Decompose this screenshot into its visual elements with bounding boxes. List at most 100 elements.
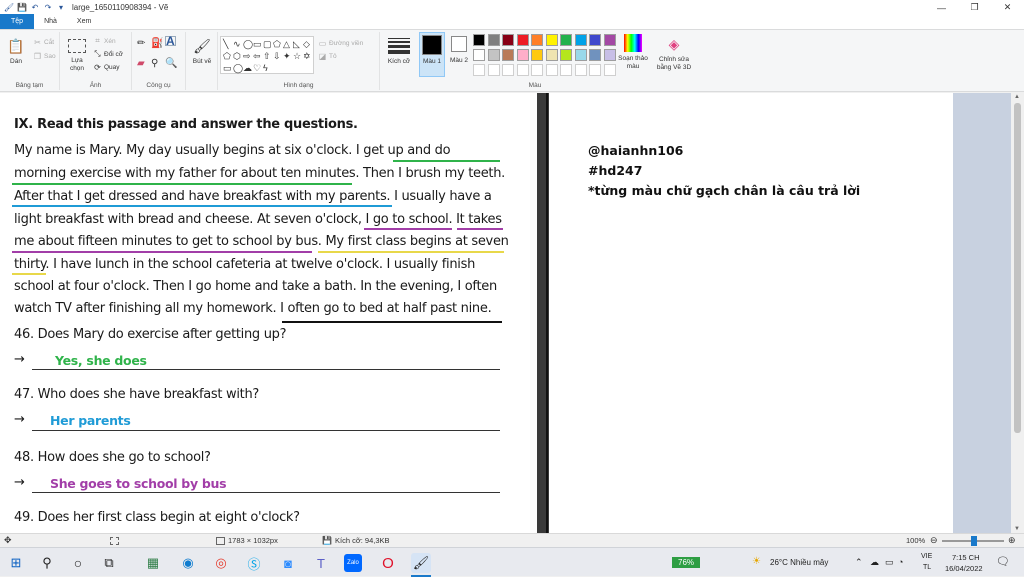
- color-picker-icon[interactable]: ⚲: [151, 58, 158, 69]
- opera-icon[interactable]: O: [378, 553, 398, 573]
- outline-button[interactable]: ▭ Đường viền: [318, 38, 364, 48]
- callout-rect-shape-icon[interactable]: ▭: [223, 62, 233, 74]
- heart-shape-icon[interactable]: ♡: [253, 62, 263, 74]
- palette-swatch[interactable]: [574, 49, 587, 61]
- custom-color-slot[interactable]: [487, 64, 500, 76]
- palette-swatch[interactable]: [545, 34, 558, 46]
- custom-color-slot[interactable]: [545, 64, 558, 76]
- rectangle-shape-icon[interactable]: ▭: [253, 38, 263, 50]
- text-tool-icon[interactable]: A: [165, 34, 176, 48]
- color1-button[interactable]: Màu 1: [419, 32, 445, 77]
- zoom-slider-thumb[interactable]: [971, 536, 977, 546]
- curve-shape-icon[interactable]: ∿: [233, 38, 243, 50]
- palette-swatch[interactable]: [531, 34, 543, 46]
- input-language[interactable]: VIE: [921, 553, 932, 560]
- palette-swatch[interactable]: [589, 49, 601, 61]
- zoom-app-icon[interactable]: ◙: [278, 553, 298, 573]
- zoom-in-button[interactable]: ⊕: [1008, 535, 1016, 546]
- fill-button[interactable]: ◪ Tô: [318, 51, 337, 61]
- rotate-button[interactable]: ⟳ Quay: [93, 62, 119, 72]
- arrow-up-shape-icon[interactable]: ⇧: [263, 50, 273, 62]
- tab-home[interactable]: Nhà: [34, 14, 67, 29]
- cloud-icon[interactable]: ☁: [870, 557, 879, 568]
- clock-time[interactable]: 7:15 CH: [952, 553, 980, 562]
- palette-swatch[interactable]: [603, 34, 616, 46]
- edit-paint3d-button[interactable]: ◈ Chỉnh sửa bằng Vẽ 3D: [652, 34, 696, 72]
- custom-color-slot[interactable]: [589, 64, 601, 76]
- line-shape-icon[interactable]: ╲: [223, 38, 233, 50]
- custom-color-slot[interactable]: [574, 64, 587, 76]
- palette-swatch[interactable]: [502, 49, 514, 61]
- scroll-thumb[interactable]: [1014, 103, 1021, 433]
- teams-icon[interactable]: T: [311, 553, 331, 573]
- polygon-shape-icon[interactable]: ⬠: [273, 38, 283, 50]
- magnifier-icon[interactable]: 🔍: [165, 58, 177, 69]
- palette-swatch[interactable]: [487, 49, 500, 61]
- cut-button[interactable]: ✂ Cắt: [33, 37, 54, 47]
- scroll-up-icon[interactable]: ▲: [1014, 94, 1020, 100]
- triangle-shape-icon[interactable]: △: [283, 38, 293, 50]
- diamond-shape-icon[interactable]: ◇: [303, 38, 313, 50]
- clock-date[interactable]: 16/04/2022: [945, 564, 983, 573]
- zalo-icon[interactable]: Zalo: [344, 554, 362, 572]
- callout-cloud-shape-icon[interactable]: ☁: [243, 62, 253, 74]
- rounded-rect-shape-icon[interactable]: ▢: [263, 38, 273, 50]
- wifi-icon[interactable]: ◔: [898, 557, 903, 567]
- palette-swatch[interactable]: [473, 34, 485, 46]
- maximize-button[interactable]: ❐: [958, 0, 991, 15]
- zoom-out-button[interactable]: ⊖: [930, 535, 938, 546]
- custom-color-slot[interactable]: [560, 64, 572, 76]
- canvas-area[interactable]: IX. Read this passage and answer the que…: [0, 93, 1024, 533]
- minimize-button[interactable]: —: [925, 0, 958, 15]
- palette-swatch[interactable]: [516, 49, 529, 61]
- edge-icon[interactable]: ◉: [178, 553, 198, 573]
- skype-icon[interactable]: Ⓢ: [244, 553, 264, 573]
- palette-swatch[interactable]: [487, 34, 500, 46]
- calculator-icon[interactable]: ▦: [143, 553, 163, 573]
- scroll-down-icon[interactable]: ▼: [1014, 526, 1020, 532]
- tab-view[interactable]: Xem: [67, 14, 101, 29]
- lightning-shape-icon[interactable]: ϟ: [263, 62, 273, 74]
- select-button[interactable]: Lựa chọn: [64, 36, 90, 73]
- task-view-icon[interactable]: ⧉: [99, 553, 119, 573]
- paste-button[interactable]: 📋 Dán: [6, 36, 26, 66]
- hexagon-shape-icon[interactable]: ⬡: [233, 50, 243, 62]
- tab-file[interactable]: Tệp: [0, 14, 35, 29]
- arrow-down-shape-icon[interactable]: ⇩: [273, 50, 283, 62]
- resize-button[interactable]: ⤡ Đổi cỡ: [93, 49, 123, 59]
- star6-shape-icon[interactable]: ✡: [303, 50, 313, 62]
- custom-color-slot[interactable]: [502, 64, 514, 76]
- paint-taskbar-icon[interactable]: 🖌: [411, 553, 431, 573]
- right-triangle-shape-icon[interactable]: ◺: [293, 38, 303, 50]
- close-button[interactable]: ✕: [991, 0, 1024, 15]
- vertical-scrollbar[interactable]: ▲ ▼: [1011, 93, 1024, 533]
- palette-swatch[interactable]: [560, 34, 572, 46]
- brushes-button[interactable]: 🖌 Bút vẽ: [190, 36, 214, 66]
- shapes-gallery[interactable]: ╲ ∿ ◯ ▭ ▢ ⬠ △ ◺ ◇ ⬠ ⬡ ⇨ ⇦ ⇧ ⇩ ✦ ☆ ✡ ▭ ◯ ☁ ♡ ϟ: [220, 36, 314, 74]
- callout-oval-shape-icon[interactable]: ◯: [233, 62, 243, 74]
- oval-shape-icon[interactable]: ◯: [243, 38, 253, 50]
- weather-icon[interactable]: ☀: [752, 556, 761, 567]
- cortana-icon[interactable]: ○: [68, 553, 88, 573]
- custom-color-slot[interactable]: [603, 64, 616, 76]
- edit-colors-button[interactable]: Soạn thảo màu: [617, 34, 649, 71]
- palette-swatch[interactable]: [560, 49, 572, 61]
- palette-swatch[interactable]: [589, 34, 601, 46]
- weather-text[interactable]: 26°C Nhiều mây: [770, 558, 828, 567]
- pentagon-shape-icon[interactable]: ⬠: [223, 50, 233, 62]
- palette-swatch[interactable]: [545, 49, 558, 61]
- eraser-icon[interactable]: ▰: [137, 58, 145, 69]
- redo-icon[interactable]: ↷: [43, 3, 53, 13]
- star5-shape-icon[interactable]: ☆: [293, 50, 303, 62]
- custom-color-slot[interactable]: [473, 64, 485, 76]
- copy-button[interactable]: ❐ Sao: [33, 51, 56, 61]
- chrome-icon[interactable]: ◎: [211, 553, 231, 573]
- arrow-right-shape-icon[interactable]: ⇨: [243, 50, 253, 62]
- palette-swatch[interactable]: [502, 34, 514, 46]
- arrow-left-shape-icon[interactable]: ⇦: [253, 50, 263, 62]
- custom-color-slot[interactable]: [531, 64, 543, 76]
- palette-swatch[interactable]: [574, 34, 587, 46]
- palette-swatch[interactable]: [603, 49, 616, 61]
- palette-swatch[interactable]: [516, 34, 529, 46]
- windows-start-icon[interactable]: ⊞: [6, 553, 26, 573]
